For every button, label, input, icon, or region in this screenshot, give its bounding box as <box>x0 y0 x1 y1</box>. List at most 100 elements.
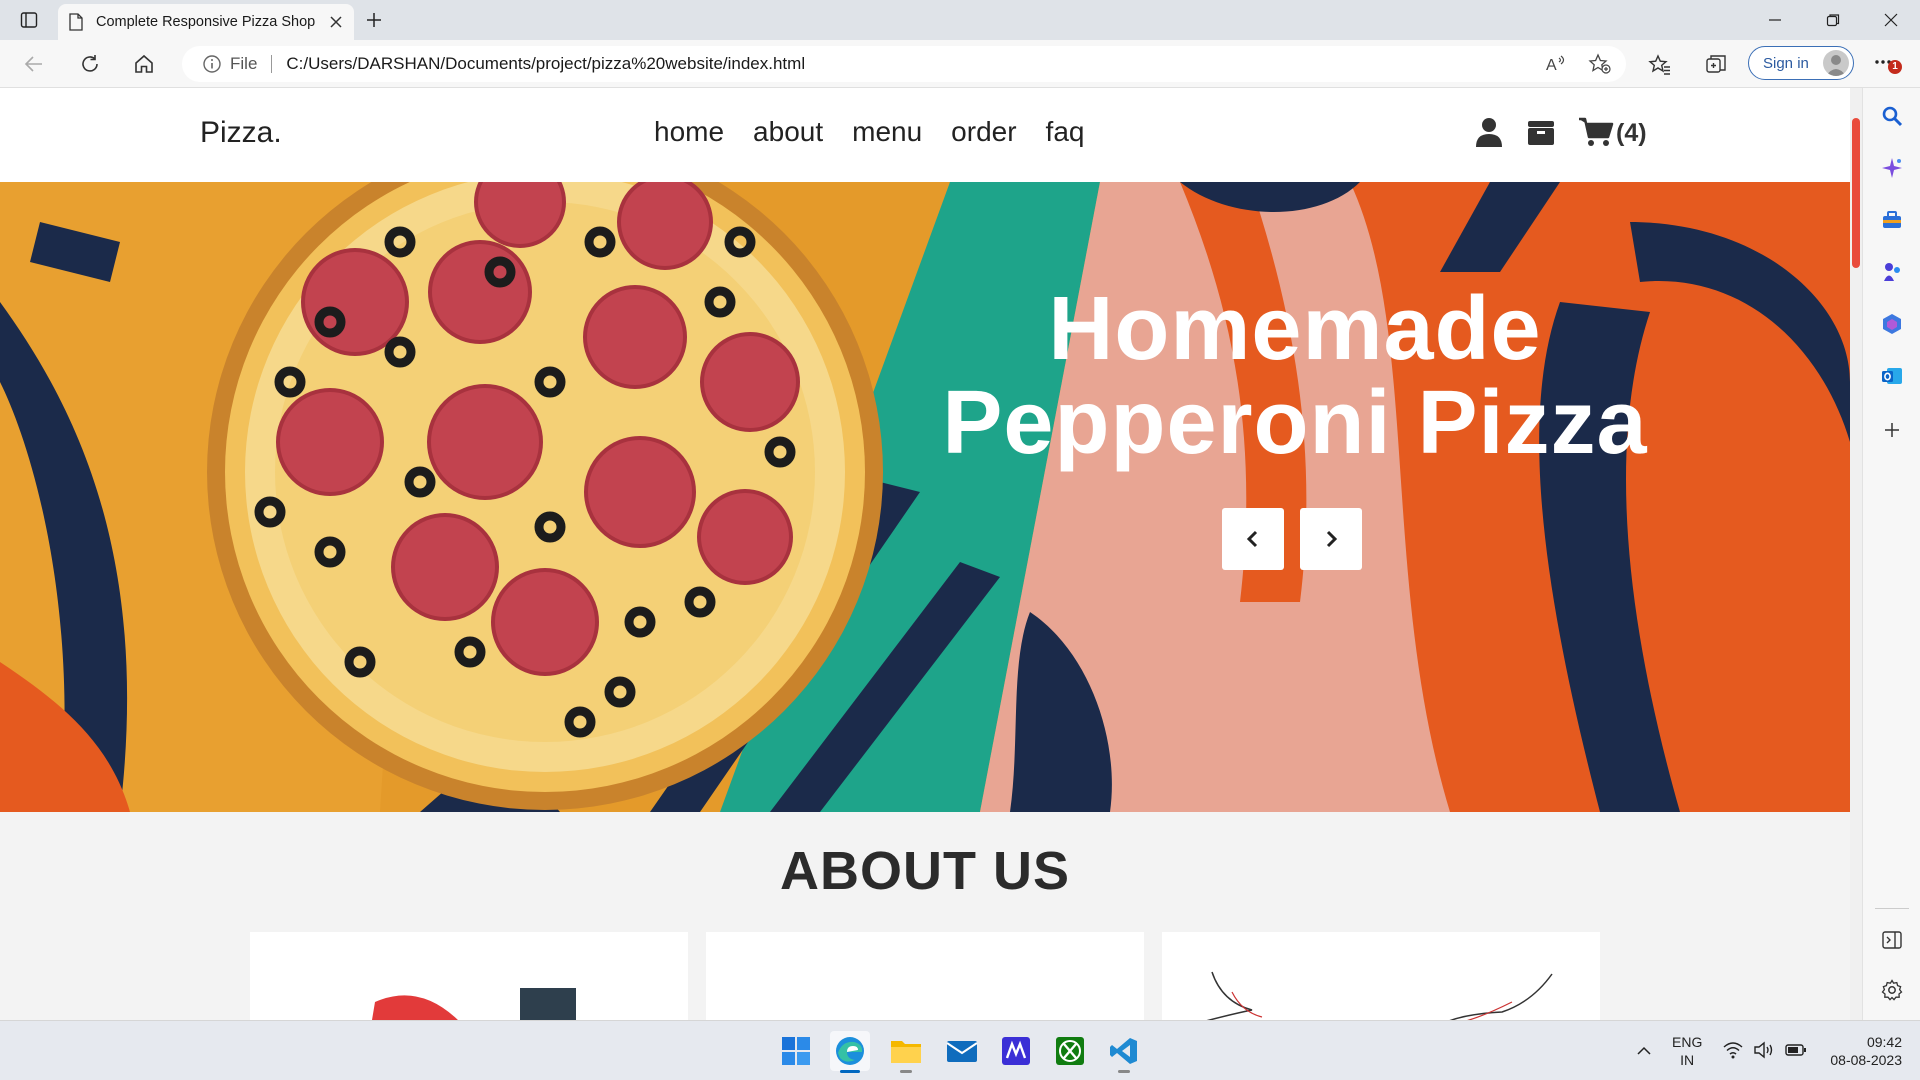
nav-home-link[interactable]: home <box>654 116 724 148</box>
hero-title-line-1: Homemade <box>1048 279 1542 379</box>
home-button[interactable] <box>126 48 162 80</box>
avatar <box>1823 50 1849 76</box>
svg-text:A: A <box>1546 57 1557 74</box>
url-separator <box>271 55 273 73</box>
cart-count: (4) <box>1616 119 1647 147</box>
about-card-1-illustration <box>372 988 576 1020</box>
folder-icon <box>891 1041 921 1063</box>
collections-icon[interactable] <box>1704 53 1728 77</box>
hero-title-line-2: Pepperoni Pizza <box>942 373 1648 473</box>
sign-in-button[interactable]: Sign in <box>1748 46 1854 80</box>
minimize-button[interactable] <box>1746 0 1804 40</box>
taskbar-xbox[interactable] <box>1050 1031 1090 1071</box>
copilot-icon[interactable] <box>1880 156 1904 180</box>
site-logo[interactable]: Pizza. <box>200 116 282 150</box>
page-scrollbar[interactable] <box>1850 88 1862 1020</box>
games-icon[interactable] <box>1880 260 1904 284</box>
header-icons: (4) <box>1474 116 1647 148</box>
read-aloud-icon[interactable]: A <box>1544 53 1568 75</box>
battery-icon[interactable] <box>1785 1042 1807 1058</box>
notification-badge: 1 <box>1888 60 1902 74</box>
nav-about-link[interactable]: about <box>753 116 823 148</box>
back-arrow-icon <box>24 56 42 72</box>
new-tab-button[interactable] <box>354 0 394 40</box>
about-card-1 <box>250 932 688 1020</box>
slider-prev-button[interactable] <box>1222 508 1284 570</box>
running-indicator <box>900 1070 912 1073</box>
refresh-button[interactable] <box>72 48 108 80</box>
sidebar-divider <box>1875 908 1909 909</box>
back-button[interactable] <box>16 48 52 80</box>
restore-button[interactable] <box>1804 0 1862 40</box>
hero-background-image <box>0 182 1850 812</box>
hide-sidebar-icon[interactable] <box>1880 928 1904 952</box>
nav-order-link[interactable]: order <box>951 116 1016 148</box>
settings-and-more-button[interactable]: 1 <box>1874 54 1902 74</box>
close-window-button[interactable] <box>1862 0 1920 40</box>
orders-box-icon[interactable] <box>1526 116 1556 148</box>
language-code: ENG <box>1672 1034 1703 1050</box>
nav-faq-link[interactable]: faq <box>1046 116 1085 148</box>
restore-icon <box>1826 14 1840 27</box>
about-card-2 <box>706 932 1144 1020</box>
chevron-right-icon <box>1326 530 1338 548</box>
add-sidebar-app-icon[interactable] <box>1880 418 1904 442</box>
volume-icon[interactable] <box>1753 1041 1775 1059</box>
taskbar-app-m[interactable] <box>996 1031 1036 1071</box>
profile-icon <box>1826 55 1846 76</box>
page-viewport: Pizza. home about menu order faq (4) Hom… <box>0 88 1850 1020</box>
tab-actions-button[interactable] <box>0 0 58 40</box>
taskbar-edge[interactable] <box>830 1031 870 1073</box>
wifi-icon[interactable] <box>1723 1041 1743 1059</box>
microsoft-365-icon[interactable] <box>1880 312 1904 336</box>
close-icon <box>1884 13 1898 27</box>
gear-icon[interactable] <box>1880 978 1904 1002</box>
plus-icon <box>367 13 381 27</box>
search-icon[interactable] <box>1880 104 1904 128</box>
scrollbar-thumb[interactable] <box>1852 118 1860 268</box>
sign-in-label: Sign in <box>1763 54 1809 72</box>
protocol-label: File <box>230 54 258 73</box>
hero-title: Homemade Pepperoni Pizza <box>900 282 1690 470</box>
window-controls <box>1746 0 1920 40</box>
start-button[interactable] <box>776 1031 816 1071</box>
info-icon[interactable] <box>202 54 222 74</box>
region-code: IN <box>1680 1052 1695 1068</box>
running-indicator <box>1118 1070 1130 1073</box>
taskbar-vscode[interactable] <box>1104 1031 1144 1073</box>
app-m-icon <box>1002 1037 1030 1065</box>
tools-icon[interactable] <box>1880 208 1904 232</box>
edge-browser-icon <box>836 1037 864 1065</box>
slider-next-button[interactable] <box>1300 508 1362 570</box>
url-text[interactable]: C:/Users/DARSHAN/Documents/project/pizza… <box>286 54 805 74</box>
system-clock[interactable]: 09:42 08-08-2023 <box>1822 1033 1902 1069</box>
user-icon[interactable] <box>1474 116 1504 148</box>
cart-button[interactable]: (4) <box>1578 116 1647 148</box>
edge-sidebar <box>1862 88 1920 1020</box>
vscode-icon <box>1110 1038 1137 1064</box>
site-header: Pizza. home about menu order faq (4) <box>0 88 1850 182</box>
clock-time: 09:42 <box>1866 1034 1902 1050</box>
show-hidden-icons-chevron-icon[interactable] <box>1636 1043 1652 1059</box>
windows-icon <box>782 1037 810 1065</box>
tab-title: Complete Responsive Pizza Shop <box>96 14 316 30</box>
nav-menu-link[interactable]: menu <box>852 116 922 148</box>
windows-taskbar: ENG IN 09:42 08-08-2023 <box>0 1020 1920 1080</box>
taskbar-mail[interactable] <box>942 1031 982 1071</box>
tab-actions-icon <box>20 12 38 28</box>
minimize-icon <box>1769 19 1781 21</box>
favorites-icon[interactable] <box>1648 53 1672 77</box>
browser-tab[interactable]: Complete Responsive Pizza Shop <box>58 4 354 40</box>
close-tab-icon[interactable] <box>328 14 344 30</box>
shopping-cart-icon <box>1579 117 1614 146</box>
taskbar-file-explorer[interactable] <box>886 1031 926 1073</box>
clock-date: 08-08-2023 <box>1830 1052 1902 1068</box>
outlook-icon[interactable] <box>1880 364 1904 388</box>
input-language[interactable]: ENG IN <box>1672 1033 1702 1069</box>
address-bar[interactable]: File C:/Users/DARSHAN/Documents/project/… <box>182 46 1626 82</box>
xbox-icon <box>1056 1037 1084 1065</box>
main-nav: home about menu order faq <box>654 116 1084 148</box>
page-icon <box>69 13 83 31</box>
home-icon <box>135 54 153 73</box>
add-favorite-icon[interactable] <box>1588 53 1612 75</box>
